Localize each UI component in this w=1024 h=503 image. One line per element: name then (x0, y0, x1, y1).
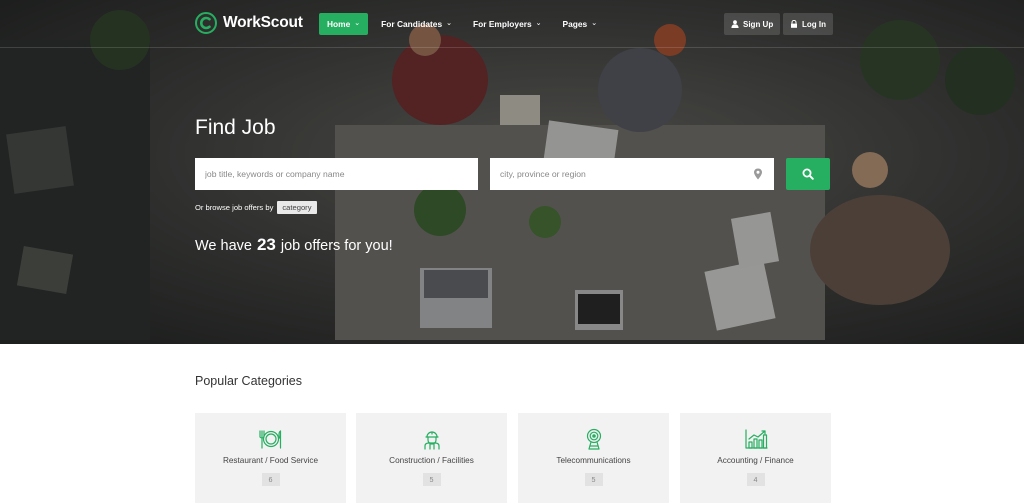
location-search-input[interactable] (490, 158, 774, 190)
sign-up-label: Sign Up (743, 19, 774, 29)
offers-suffix: job offers for you! (280, 238, 393, 254)
page-title: Find Job (195, 116, 276, 139)
nav-item-for-candidates[interactable]: For Candidates ⌄ (373, 13, 460, 35)
log-in-button[interactable]: Log In (783, 13, 833, 35)
category-count-badge: 6 (261, 473, 280, 486)
browse-category-link[interactable]: category (277, 201, 317, 214)
browse-text: Or browse job offers by (195, 203, 274, 212)
nav-item-for-employers[interactable]: For Employers ⌄ (465, 13, 550, 35)
logo-text: WorkScout (223, 14, 303, 31)
main-nav: Home ⌄ For Candidates ⌄ For Employers ⌄ … (319, 13, 610, 35)
nav-item-label: Home (327, 19, 351, 29)
map-pin-icon (754, 168, 762, 180)
logo[interactable]: WorkScout (195, 12, 303, 34)
nav-item-label: Pages (562, 19, 588, 29)
sign-up-button[interactable]: Sign Up (724, 13, 781, 35)
construction-worker-icon (423, 431, 440, 450)
hero-section: WorkScout Home ⌄ For Candidates ⌄ For Em… (0, 0, 1024, 344)
dining-icon (258, 430, 281, 449)
user-icon (731, 20, 739, 28)
radio-tower-icon (586, 428, 601, 450)
keyword-search-input[interactable] (195, 158, 478, 190)
category-label: Restaurant / Food Service (222, 456, 319, 465)
lock-icon (791, 20, 797, 28)
browse-by-category: Or browse job offers by category (195, 201, 317, 214)
popular-categories-title: Popular Categories (195, 374, 303, 388)
chevron-down-icon: ⌄ (354, 20, 361, 27)
search-button[interactable] (786, 158, 830, 190)
category-count-badge: 5 (422, 473, 441, 486)
log-in-label: Log In (802, 19, 826, 29)
growth-chart-icon (744, 429, 768, 449)
category-card-construction[interactable]: Construction / Facilities 5 (356, 413, 507, 503)
category-card-telecommunications[interactable]: Telecommunications 5 (518, 413, 669, 503)
category-card-accounting[interactable]: Accounting / Finance 4 (680, 413, 831, 503)
offers-count: 23 (256, 235, 276, 254)
nav-item-pages[interactable]: Pages ⌄ (555, 13, 606, 35)
site-header: WorkScout Home ⌄ For Candidates ⌄ For Em… (0, 0, 1024, 48)
job-offers-count: We have 23 job offers for you! (195, 235, 393, 255)
category-count-badge: 5 (584, 473, 603, 486)
category-label: Accounting / Finance (717, 456, 794, 465)
nav-item-home[interactable]: Home ⌄ (319, 13, 369, 35)
category-label: Construction / Facilities (389, 456, 474, 465)
nav-item-label: For Candidates (381, 19, 443, 29)
category-count-badge: 4 (746, 473, 765, 486)
category-label: Telecommunications (556, 456, 631, 465)
workscout-logo-icon (195, 12, 217, 34)
nav-item-label: For Employers (473, 19, 532, 29)
category-card-restaurant[interactable]: Restaurant / Food Service 6 (195, 413, 346, 503)
chevron-down-icon: ⌄ (591, 20, 598, 27)
offers-prefix: We have (195, 238, 252, 254)
chevron-down-icon: ⌄ (535, 20, 542, 27)
chevron-down-icon: ⌄ (446, 20, 452, 27)
search-icon (802, 168, 814, 180)
